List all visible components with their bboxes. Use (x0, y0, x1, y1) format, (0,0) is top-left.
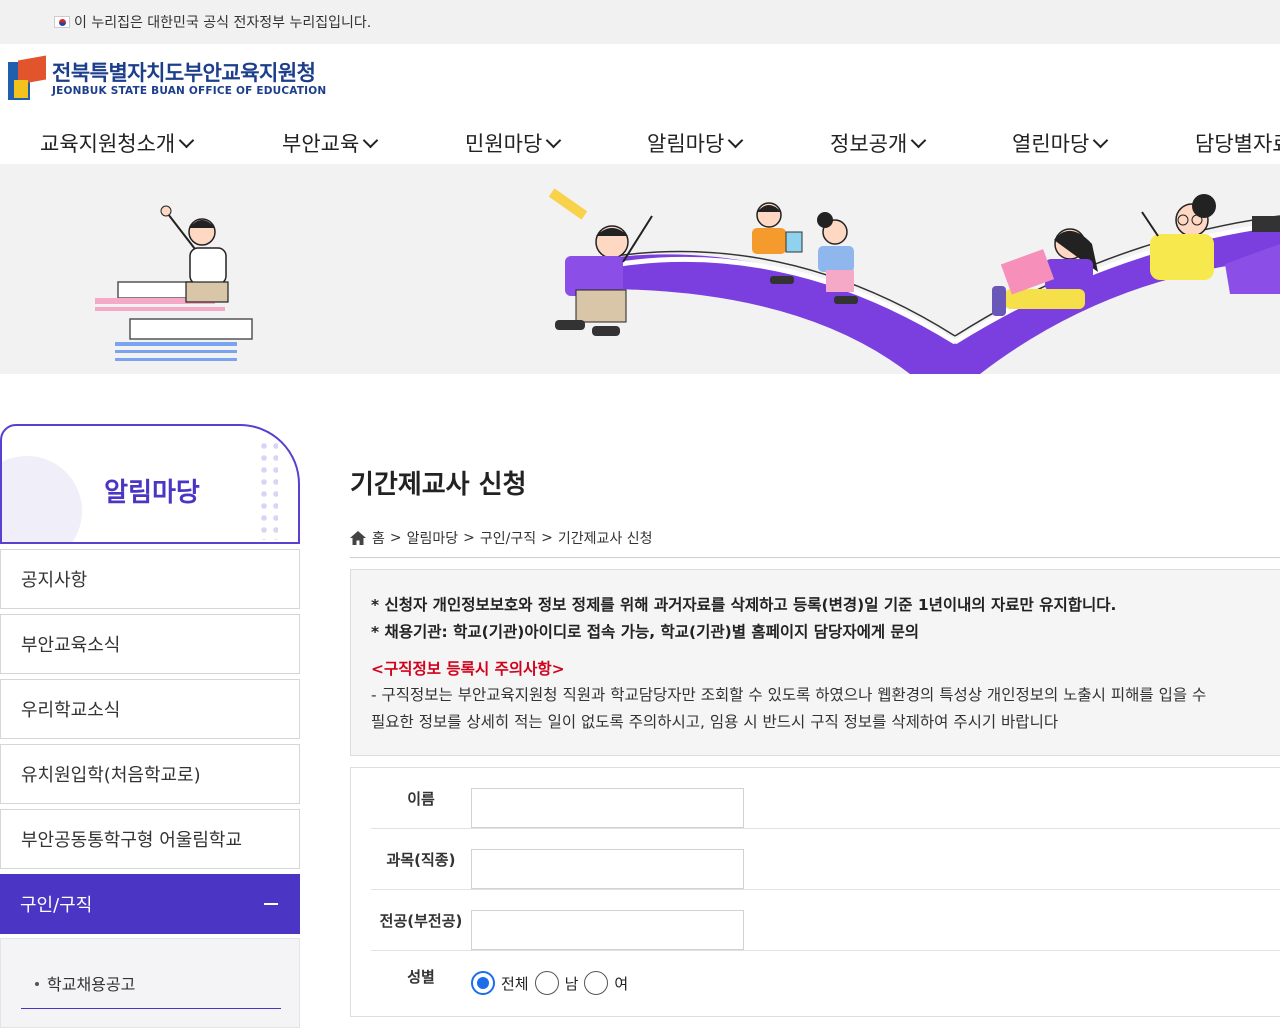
logo-mark-icon (8, 55, 46, 100)
sidebar-item-school-news[interactable]: 우리학교소식 (0, 679, 300, 739)
gender-radio-female[interactable] (584, 971, 609, 995)
breadcrumb-current: 기간제교사 신청 (557, 531, 653, 547)
site-header: 전북특별자치도부안교육지원청 JEONBUK STATE BUAN OFFICE… (0, 44, 1280, 164)
sidebar-item-buan-news[interactable]: 부안교육소식 (0, 614, 300, 674)
subject-input[interactable] (471, 849, 744, 889)
home-icon[interactable] (350, 531, 366, 545)
nav-item-notice[interactable]: 알림마당 (647, 128, 744, 158)
name-label: 이름 (407, 790, 435, 808)
main-nav: 교육지원청소개 부안교육 민원마당 알림마당 정보공개 열린마당 담당별자료 (0, 128, 1280, 164)
breadcrumb-jobs[interactable]: 구인/구직 (480, 528, 536, 548)
caution-text: 필요한 정보를 상세히 적는 일이 없도록 주의하시고, 임용 시 반드시 구직… (371, 713, 1059, 731)
gender-option-label: 여 (614, 974, 629, 993)
sidebar-item-jobs[interactable]: 구인/구직 (0, 874, 300, 934)
nav-item-data[interactable]: 담당별자료 (1195, 128, 1280, 158)
korea-flag-icon (54, 16, 70, 28)
gender-option-label: 전체 (501, 974, 529, 993)
name-input[interactable] (471, 788, 744, 828)
chevron-down-icon (363, 132, 379, 148)
collapse-icon[interactable] (264, 903, 278, 905)
breadcrumb-notice[interactable]: 알림마당 (407, 528, 459, 548)
breadcrumb: 홈 > 알림마당 > 구인/구직 > 기간제교사 신청 (350, 528, 653, 548)
gov-notice-bar: 이 누리집은 대한민국 공식 전자정부 누리집입니다. (0, 0, 1280, 44)
sidebar-item-notice[interactable]: 공지사항 (0, 549, 300, 609)
site-logo[interactable]: 전북특별자치도부안교육지원청 JEONBUK STATE BUAN OFFICE… (8, 55, 327, 100)
side-nav-header: 알림마당 (0, 424, 300, 544)
gender-label: 성별 (407, 967, 435, 986)
divider (350, 557, 1280, 558)
sidebar-subitem-recruit[interactable]: 학교채용공고 (21, 971, 281, 1009)
caution-text: - 구직정보는 부안교육지원청 직원과 학교담당자만 조회할 수 있도록 하였으… (371, 686, 1207, 704)
chevron-down-icon (911, 132, 927, 148)
sidebar-item-joint-school[interactable]: 부안공동통학구형 어울림학교 (0, 809, 300, 869)
nav-item-civil[interactable]: 민원마당 (465, 128, 562, 158)
major-label: 전공(부전공) (379, 912, 463, 930)
gender-radio-group: 전체 남 여 (471, 971, 634, 995)
nav-item-info[interactable]: 정보공개 (830, 128, 927, 158)
caution-title: <구직정보 등록시 주의사항> (371, 660, 565, 678)
gender-radio-all[interactable] (471, 971, 495, 995)
nav-item-open[interactable]: 열린마당 (1012, 128, 1109, 158)
chevron-down-icon (1093, 132, 1109, 148)
form-row-major: 전공(부전공) (371, 890, 1280, 951)
sidebar-item-kindergarten[interactable]: 유치원입학(처음학교로) (0, 744, 300, 804)
sidebar-submenu: 학교채용공고 (0, 938, 300, 1028)
notice-box: * 신청자 개인정보보호와 정보 정제를 위해 과거자료를 삭제하고 등록(변경… (350, 569, 1280, 756)
gov-notice-text: 이 누리집은 대한민국 공식 전자정부 누리집입니다. (74, 15, 372, 31)
subject-label: 과목(직종) (386, 851, 456, 869)
page-title: 기간제교사 신청 (350, 470, 527, 500)
sidebar-item-label: 구인/구직 (20, 895, 93, 916)
form-row-subject: 과목(직종) (371, 829, 1280, 890)
gender-radio-male[interactable] (534, 971, 559, 995)
notice-line: * 채용기관: 학교(기관)아이디로 접속 가능, 학교(기관)별 홈페이지 담… (371, 623, 920, 641)
major-input[interactable] (471, 910, 744, 950)
chevron-down-icon (728, 132, 744, 148)
gender-option-label: 남 (564, 974, 579, 993)
breadcrumb-home[interactable]: 홈 (372, 528, 385, 548)
hero-banner (0, 164, 1280, 374)
side-nav-title: 알림마당 (104, 478, 200, 508)
form-row-name: 이름 (371, 768, 1280, 829)
chevron-down-icon (178, 132, 195, 148)
nav-item-buan-edu[interactable]: 부안교육 (282, 128, 379, 158)
logo-title: 전북특별자치도부안교육지원청 (52, 61, 316, 85)
logo-subtitle: JEONBUK STATE BUAN OFFICE OF EDUCATION (52, 85, 327, 97)
nav-item-about[interactable]: 교육지원청소개 (40, 128, 195, 158)
chevron-down-icon (546, 132, 562, 148)
notice-line: * 신청자 개인정보보호와 정보 정제를 위해 과거자료를 삭제하고 등록(변경… (371, 596, 1117, 614)
application-form: 이름 과목(직종) 전공(부전공) 성별 전체 남 여 (350, 767, 1280, 1017)
banner-illustration (95, 188, 1280, 374)
